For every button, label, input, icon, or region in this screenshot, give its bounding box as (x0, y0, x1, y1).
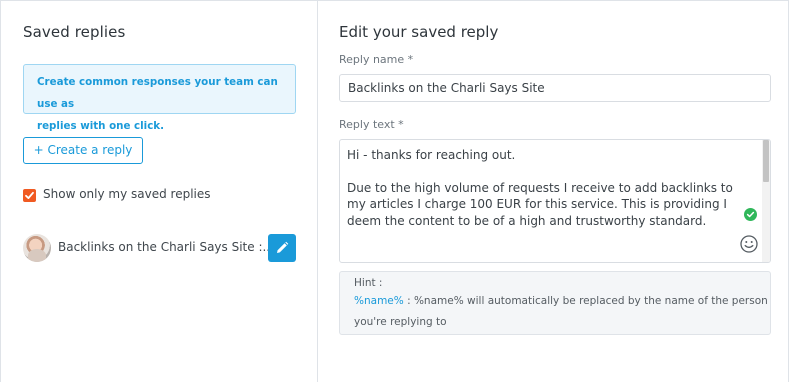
hint-line-2: you're replying to (354, 316, 447, 328)
reply-text-scrollbar[interactable] (762, 140, 770, 262)
info-text-line2: replies with one click. (37, 120, 165, 132)
scrollbar-thumb[interactable] (763, 140, 769, 182)
hint-title: Hint : (354, 277, 383, 289)
saved-reply-name[interactable]: Backlinks on the Charli Says Site :... (58, 240, 274, 254)
hint-box: Hint : %name% : %name% will automaticall… (339, 271, 771, 335)
emoji-icon[interactable] (740, 235, 758, 253)
check-circle-icon (744, 208, 757, 221)
info-text-line1: Create common responses your team can us… (37, 76, 278, 110)
avatar (23, 234, 51, 262)
reply-text-content[interactable]: Hi - thanks for reaching out. Due to the… (347, 147, 747, 229)
reply-name-input[interactable]: Backlinks on the Charli Says Site (339, 74, 771, 102)
info-callout: Create common responses your team can us… (23, 64, 296, 132)
pencil-icon (277, 241, 289, 253)
create-reply-button[interactable]: + Create a reply (23, 137, 143, 164)
saved-replies-title: Saved replies (23, 23, 126, 41)
edit-reply-button[interactable] (268, 234, 296, 262)
panel-divider (317, 1, 318, 382)
show-only-mine-checkbox[interactable] (23, 189, 36, 202)
reply-text-area[interactable]: Hi - thanks for reaching out. Due to the… (339, 139, 771, 263)
checkmark-icon (25, 191, 34, 199)
reply-name-label: Reply name * (339, 53, 414, 66)
show-only-mine-label[interactable]: Show only my saved replies (43, 187, 211, 201)
reply-text-label: Reply text * (339, 118, 404, 131)
hint-line-1: %name% : %name% will automatically be re… (354, 295, 768, 307)
hint-token[interactable]: %name% (354, 295, 404, 307)
edit-reply-title: Edit your saved reply (339, 23, 499, 41)
saved-reply-item[interactable]: Backlinks on the Charli Says Site :... (23, 233, 296, 263)
hint-text: : %name% will automatically be replaced … (403, 295, 768, 307)
